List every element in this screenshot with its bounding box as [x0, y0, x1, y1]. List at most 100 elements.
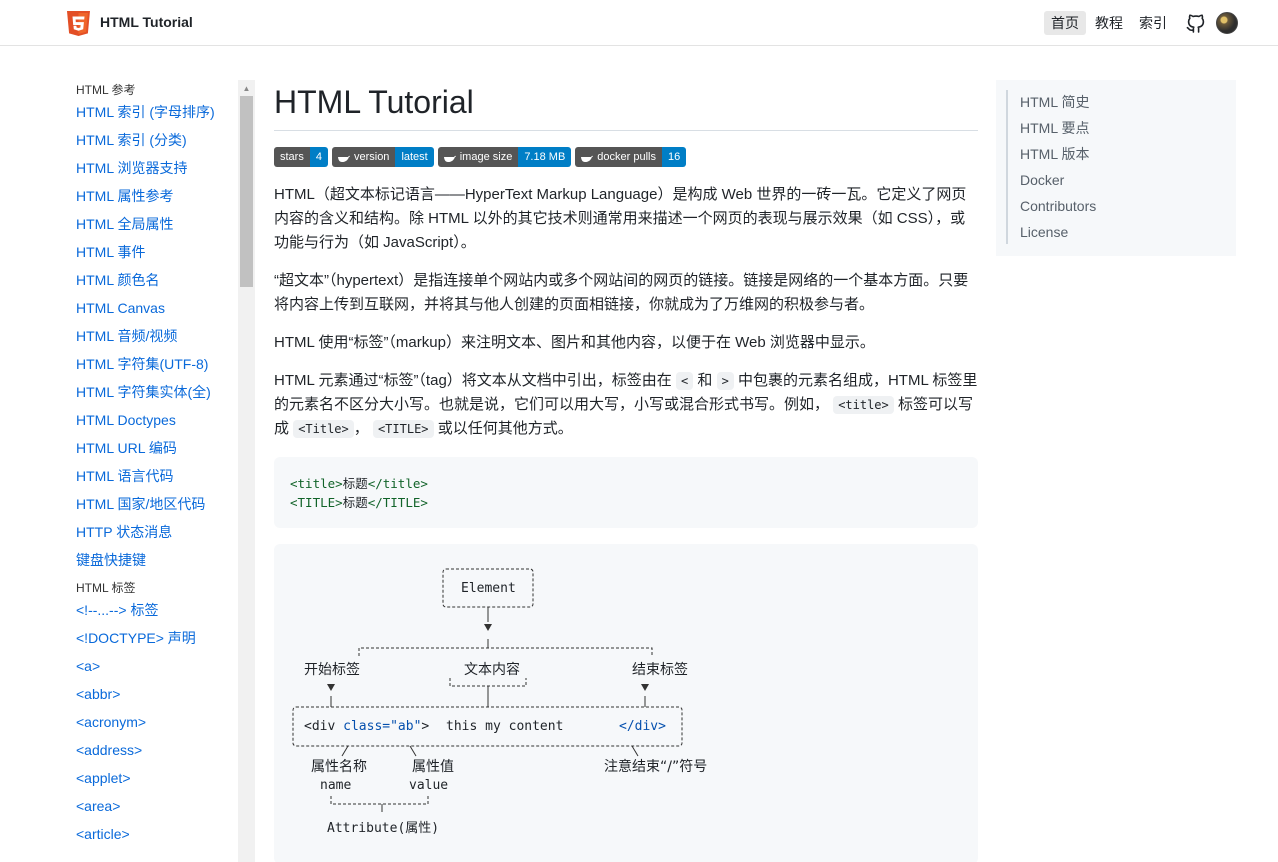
sidebar-item[interactable]: HTTP 状态消息: [76, 523, 236, 551]
diagram-content-label: 文本内容: [464, 662, 520, 678]
inline-code: >: [716, 372, 734, 390]
sidebar-item[interactable]: HTML 字符集(UTF-8): [76, 355, 236, 383]
diagram-code-line: <div class="ab">: [304, 719, 429, 734]
toc-item[interactable]: License: [1020, 223, 1096, 249]
diagram-start-tag-label: 开始标签: [304, 662, 360, 678]
code-tag: <TITLE>: [290, 495, 343, 510]
sidebar-item[interactable]: <address>: [76, 741, 236, 769]
sidebar-group-reference: HTML 参考: [76, 83, 136, 97]
inline-code: <TITLE>: [372, 420, 434, 438]
text-span: 或以任何其他方式。: [437, 420, 573, 437]
code-tag: <title>: [290, 476, 343, 491]
html5-logo-icon[interactable]: [67, 11, 90, 36]
nav-home[interactable]: 首页: [1044, 11, 1086, 35]
sidebar-item[interactable]: HTML 音频/视频: [76, 327, 236, 355]
text-span: HTML 元素通过“标签”（tag）将文本从文档中引出，标签由在: [274, 372, 672, 389]
badge-image-size[interactable]: image size 7.18 MB: [437, 147, 572, 167]
sidebar-item[interactable]: <!--...--> 标签: [76, 601, 236, 629]
sidebar-item[interactable]: <article>: [76, 825, 236, 853]
sidebar-item[interactable]: HTML URL 编码: [76, 439, 236, 467]
sidebar-item[interactable]: <abbr>: [76, 685, 236, 713]
toc-item[interactable]: HTML 简史: [1020, 93, 1096, 119]
code-text: 标题: [342, 476, 368, 491]
user-avatar[interactable]: [1216, 12, 1238, 34]
code-tag: </TITLE>: [367, 495, 428, 510]
sidebar-item[interactable]: HTML 颜色名: [76, 271, 236, 299]
intro-paragraph: HTML（超文本标记语言——HyperText Markup Language）…: [274, 186, 967, 251]
sidebar-item[interactable]: HTML 事件: [76, 243, 236, 271]
diagram-note: 注意结束“/”符号: [604, 759, 708, 775]
text-span: 和: [697, 372, 713, 389]
toc-list: HTML 简史 HTML 要点 HTML 版本 Docker Contribut…: [1020, 93, 1096, 249]
code-text: 标题: [342, 495, 368, 510]
sidebar-list: HTML 参考 HTML 索引 (字母排序) HTML 索引 (分类) HTML…: [76, 80, 236, 853]
sidebar-item[interactable]: HTML 索引 (字母排序): [76, 103, 236, 131]
sidebar-item[interactable]: HTML Doctypes: [76, 411, 236, 439]
code-tag: </title>: [367, 476, 428, 491]
sidebar-item[interactable]: HTML 语言代码: [76, 467, 236, 495]
tag-paragraph: HTML 元素通过“标签”（tag）将文本从文档中引出，标签由在 < 和 > 中…: [274, 369, 978, 441]
markup-paragraph: HTML 使用“标签”（markup）来注明文本、图片和其他内容，以便于在 We…: [274, 334, 875, 351]
scroll-thumb[interactable]: [240, 96, 253, 287]
site-brand[interactable]: HTML Tutorial: [100, 14, 193, 30]
docker-whale-icon: [581, 155, 594, 162]
code-line: <title>标题</title>: [290, 474, 962, 493]
toc-rail: [1006, 90, 1008, 244]
github-icon[interactable]: [1186, 13, 1206, 33]
sidebar-item[interactable]: <!DOCTYPE> 声明: [76, 629, 236, 657]
sidebar-scrollbar[interactable]: ▲: [238, 80, 255, 862]
sidebar-item[interactable]: <acronym>: [76, 713, 236, 741]
diagram-gt: >: [421, 719, 430, 734]
diagram-div-close: </div>: [619, 719, 666, 734]
diagram-attr-name-label: 属性名称: [311, 759, 367, 775]
badge-value: 16: [661, 147, 687, 167]
table-of-contents: HTML 简史 HTML 要点 HTML 版本 Docker Contribut…: [996, 80, 1236, 256]
sidebar-item[interactable]: <a>: [76, 657, 236, 685]
badge-label: image size: [459, 151, 513, 163]
badge-version[interactable]: version latest: [331, 147, 434, 167]
badge-stars[interactable]: stars 4: [274, 147, 328, 167]
sidebar-item[interactable]: HTML 属性参考: [76, 187, 236, 215]
sidebar-item[interactable]: HTML 字符集实体(全): [76, 383, 236, 411]
toc-item[interactable]: Contributors: [1020, 197, 1096, 223]
top-nav: 首页 教程 索引: [1044, 11, 1238, 35]
sidebar-item[interactable]: <applet>: [76, 769, 236, 797]
sidebar: HTML 参考 HTML 索引 (字母排序) HTML 索引 (分类) HTML…: [0, 80, 256, 862]
sidebar-item[interactable]: <area>: [76, 797, 236, 825]
nav-tutorial[interactable]: 教程: [1088, 11, 1130, 35]
badge-value: 4: [309, 147, 328, 167]
diagram-end-tag-label: 结束标签: [632, 662, 688, 678]
top-header: HTML Tutorial 首页 教程 索引: [0, 0, 1278, 46]
badge-row: stars 4 version latest image size 7.18 M…: [274, 147, 978, 167]
diagram-attribute-label: Attribute(属性): [327, 821, 440, 836]
badge-label: version: [353, 151, 390, 163]
inline-code: <Title>: [293, 420, 354, 438]
toc-item[interactable]: HTML 要点: [1020, 119, 1096, 145]
inline-code: <title>: [833, 396, 894, 414]
code-line: <TITLE>标题</TITLE>: [290, 493, 962, 512]
badge-docker-pulls[interactable]: docker pulls 16: [575, 147, 687, 167]
toc-item[interactable]: HTML 版本: [1020, 145, 1096, 171]
sidebar-item[interactable]: HTML 索引 (分类): [76, 131, 236, 159]
diagram-attr: class="ab": [343, 719, 422, 734]
docker-whale-icon: [337, 155, 350, 162]
sidebar-item[interactable]: HTML 全局属性: [76, 215, 236, 243]
sidebar-group-tags: HTML 标签: [76, 581, 136, 595]
sidebar-item[interactable]: HTML Canvas: [76, 299, 236, 327]
diagram-div-open: <div: [304, 719, 336, 734]
scroll-up-arrow-icon[interactable]: ▲: [238, 84, 255, 94]
sidebar-item[interactable]: HTML 浏览器支持: [76, 159, 236, 187]
diagram-attr-value-label: 属性值: [412, 759, 454, 775]
nav-index[interactable]: 索引: [1132, 11, 1174, 35]
badge-label: docker pulls: [597, 151, 656, 163]
diagram-element-label: Element: [461, 581, 516, 596]
diagram-content: this my content: [446, 719, 564, 734]
badge-value: latest: [395, 147, 434, 167]
badge-value: 7.18 MB: [518, 147, 572, 167]
toc-item[interactable]: Docker: [1020, 171, 1096, 197]
sidebar-item[interactable]: 键盘快捷键: [76, 551, 236, 579]
sidebar-item[interactable]: HTML 国家/地区代码: [76, 495, 236, 523]
code-block[interactable]: <title>标题</title> <TITLE>标题</TITLE>: [274, 457, 978, 528]
diagram-lines: [292, 568, 683, 812]
diagram-name: name: [320, 778, 352, 793]
